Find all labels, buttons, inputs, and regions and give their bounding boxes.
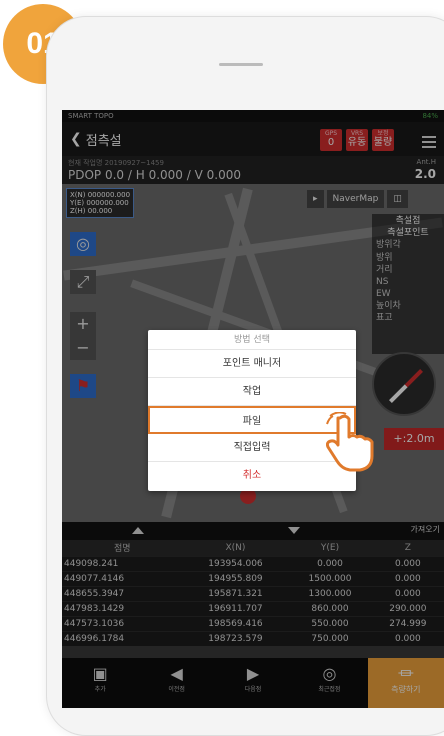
direct-input-option[interactable]: 직접입력 xyxy=(148,434,356,462)
tap-hand-icon xyxy=(326,412,374,472)
file-option[interactable]: 파일 xyxy=(148,406,356,434)
point-manager-option[interactable]: 포인트 매니저 xyxy=(148,350,356,378)
phone-speaker xyxy=(219,63,263,66)
app-screen: SMART TOPO 84% ❮ 점측설 GPS 0 VRS 유동 보정 불량 현재 … xyxy=(62,110,444,708)
method-select-dialog: 방법 선택 포인트 매니저 작업 파일 직접입력 취소 xyxy=(148,330,356,491)
dialog-title: 방법 선택 xyxy=(148,330,356,350)
cancel-button[interactable]: 취소 xyxy=(148,462,356,490)
job-option[interactable]: 작업 xyxy=(148,378,356,406)
